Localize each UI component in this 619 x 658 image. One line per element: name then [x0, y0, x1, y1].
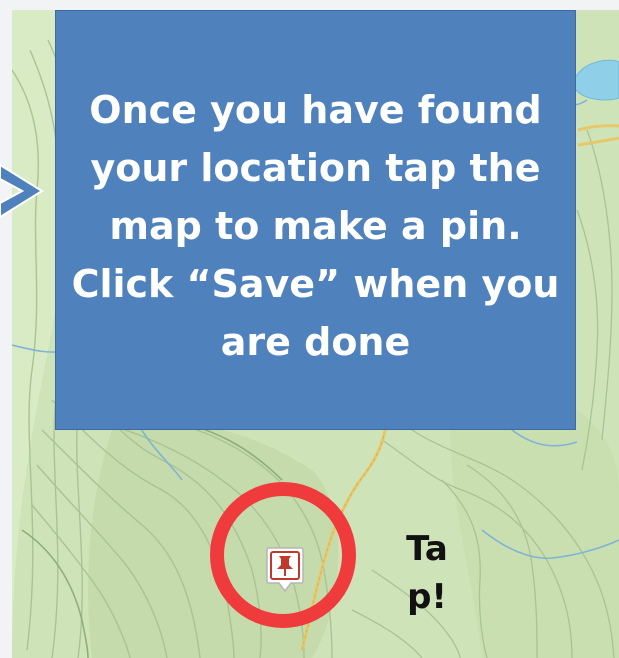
instruction-callout: Once you have found your location tap th… — [55, 10, 576, 430]
instruction-text: Once you have found your location tap th… — [71, 88, 560, 364]
map-pin-icon[interactable] — [265, 545, 305, 595]
tap-hint-label: Tap! — [406, 529, 448, 617]
tutorial-screenshot: Once you have found your location tap th… — [0, 0, 619, 658]
pointer-arrow-icon — [0, 163, 44, 219]
